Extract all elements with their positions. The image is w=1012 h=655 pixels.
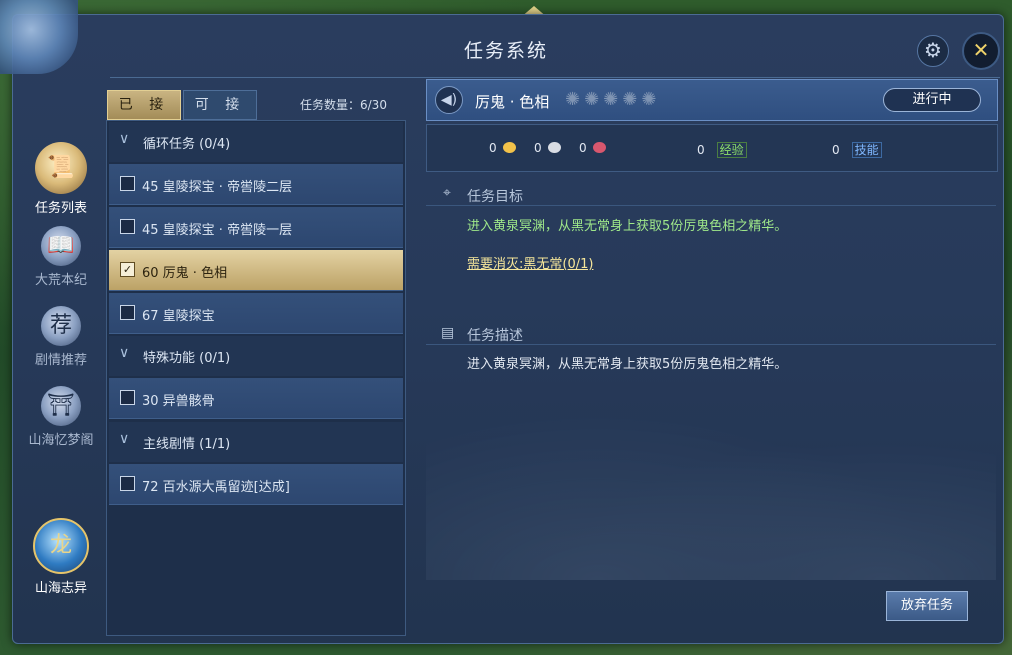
goal-section-title: 任务目标: [467, 189, 523, 205]
reward-red-value: 0: [579, 141, 587, 155]
category-label: 特殊功能 (0/1): [143, 351, 231, 366]
silver-coin-icon: [547, 142, 561, 153]
task-checkbox[interactable]: [120, 219, 135, 234]
kill-requirement-link[interactable]: 需要消灭:黑无常(0/1): [467, 253, 593, 272]
list-item[interactable]: 45 皇陵探宝 · 帝喾陵一层: [109, 207, 403, 248]
abandon-quest-button[interactable]: 放弃任务: [886, 591, 968, 621]
category-header[interactable]: ∨ 循环任务 (0/4): [109, 122, 403, 162]
reward-red: 0: [579, 141, 606, 155]
chevron-down-icon: ∨: [119, 345, 130, 361]
window-title: 任务系统: [463, 40, 548, 62]
exp-tag: 经验: [716, 142, 747, 158]
task-label: 30 异兽骸骨: [142, 394, 215, 409]
pavilion-icon: ⛩: [41, 386, 81, 426]
task-checkbox[interactable]: [120, 476, 135, 491]
book-icon: 📖: [41, 226, 81, 266]
tab-available[interactable]: 可 接: [183, 90, 257, 120]
sidebar-item-label: 剧情推荐: [34, 353, 87, 368]
reward-gold: 0: [489, 141, 516, 155]
mountain-watermark: [426, 380, 996, 580]
close-icon[interactable]: ✕: [962, 32, 1000, 70]
sidebar-item-story-recommend[interactable]: 荐 剧情推荐: [18, 306, 104, 368]
rewards-bar: 0 0 0 0 经验 0 技能: [426, 124, 998, 172]
reward-exp-value: 0: [697, 143, 705, 157]
chevron-down-icon: ∨: [119, 131, 130, 147]
list-item-selected[interactable]: ✓ 60 厉鬼 · 色相: [109, 250, 403, 291]
reward-gold-value: 0: [489, 141, 497, 155]
desc-section-title: 任务描述: [467, 328, 523, 344]
desc-divider: [426, 344, 996, 345]
reward-skill-value: 0: [832, 143, 840, 157]
recommend-icon: 荐: [41, 306, 81, 346]
task-checkbox[interactable]: [120, 176, 135, 191]
task-checkbox-checked[interactable]: ✓: [120, 262, 135, 277]
category-header[interactable]: ∨ 特殊功能 (0/1): [109, 336, 403, 376]
category-label: 循环任务 (0/4): [143, 137, 231, 152]
gold-coin-icon: [502, 142, 516, 153]
goal-divider: [426, 205, 996, 206]
settings-gear-icon[interactable]: ⚙: [917, 35, 949, 67]
dragon-emblem-icon: 龙: [33, 518, 89, 574]
task-label: 60 厉鬼 · 色相: [142, 266, 228, 281]
sidebar-item-label: 大荒本纪: [34, 273, 87, 288]
speaker-icon[interactable]: ◀): [435, 86, 463, 114]
sidebar: 📜 任务列表 📖 大荒本纪 荐 剧情推荐 ⛩ 山海忆梦阁 龙 山海志异: [18, 130, 104, 635]
task-label: 45 皇陵探宝 · 帝喾陵二层: [142, 180, 293, 195]
reward-skill: 0 技能: [832, 141, 882, 158]
quest-status-badge: 进行中: [883, 88, 981, 112]
reward-silver: 0: [534, 141, 561, 155]
category-header[interactable]: ∨ 主线剧情 (1/1): [109, 422, 403, 462]
task-checkbox[interactable]: [120, 305, 135, 320]
tab-accepted[interactable]: 已 接: [107, 90, 181, 120]
sidebar-item-label: 山海志异: [34, 581, 87, 596]
scroll-icon: 📜: [35, 142, 87, 194]
task-label: 45 皇陵探宝 · 帝喾陵一层: [142, 223, 293, 238]
sidebar-item-dream-pavilion[interactable]: ⛩ 山海忆梦阁: [18, 386, 104, 448]
list-item[interactable]: 72 百水源大禹留迹[达成]: [109, 464, 403, 505]
list-item[interactable]: 45 皇陵探宝 · 帝喾陵二层: [109, 164, 403, 205]
document-icon: ▤: [441, 325, 455, 341]
chevron-down-icon: ∨: [119, 431, 130, 447]
task-count: 任务数量：6/30: [300, 98, 387, 112]
sidebar-item-label: 任务列表: [34, 201, 87, 216]
skill-tag: 技能: [851, 142, 882, 158]
reward-exp: 0 经验: [697, 141, 747, 158]
task-label: 72 百水源大禹留迹[达成]: [142, 480, 290, 495]
list-item[interactable]: 67 皇陵探宝: [109, 293, 403, 334]
sidebar-item-dahuang-chronicle[interactable]: 📖 大荒本纪: [18, 226, 104, 288]
task-label: 67 皇陵探宝: [142, 309, 215, 324]
title-divider: [110, 77, 1000, 78]
red-coin-icon: [592, 142, 606, 153]
task-checkbox[interactable]: [120, 390, 135, 405]
location-pin-icon: ⌖: [443, 185, 451, 201]
quest-list[interactable]: ∨ 循环任务 (0/4) 45 皇陵探宝 · 帝喾陵二层 45 皇陵探宝 · 帝…: [106, 120, 406, 636]
list-item[interactable]: 30 异兽骸骨: [109, 378, 403, 419]
sidebar-item-quest-list[interactable]: 📜 任务列表: [18, 142, 104, 216]
desc-text: 进入黄泉冥渊，从黑无常身上获取5份厉鬼色相之精华。: [467, 357, 788, 372]
quest-detail-header: ◀) 厉鬼 · 色相 ✺✺✺✺✺ 进行中: [426, 79, 998, 121]
reward-silver-value: 0: [534, 141, 542, 155]
goal-text: 进入黄泉冥渊，从黑无常身上获取5份厉鬼色相之精华。: [467, 219, 788, 234]
sidebar-item-shanhai-zhiyi[interactable]: 龙 山海志异: [18, 518, 104, 596]
quest-name: 厉鬼 · 色相: [475, 93, 550, 111]
sidebar-item-label: 山海忆梦阁: [28, 433, 94, 448]
difficulty-stars-icon: ✺✺✺✺✺: [565, 89, 661, 110]
category-label: 主线剧情 (1/1): [143, 437, 231, 452]
